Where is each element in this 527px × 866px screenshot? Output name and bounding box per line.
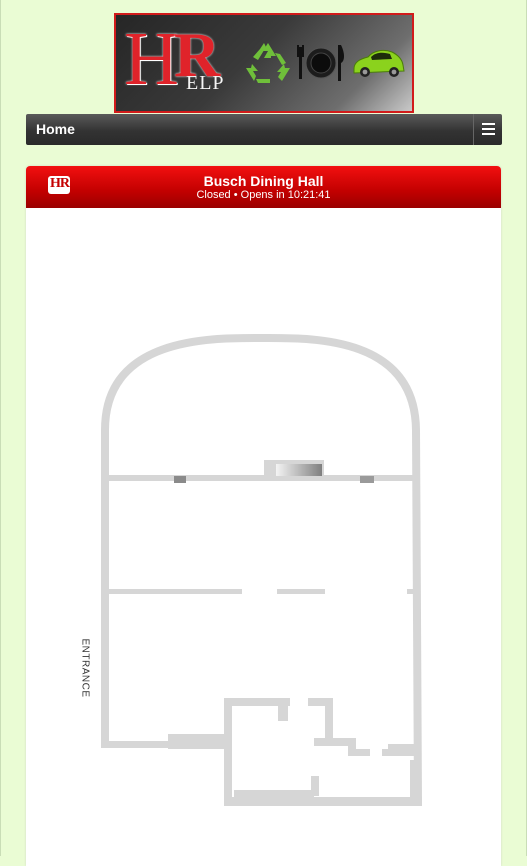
floor-plan-door [174, 476, 186, 483]
floor-plan-wall [410, 760, 418, 806]
floor-plan-wall [382, 749, 418, 756]
floor-plan-door [360, 476, 374, 483]
entrance-label: ENTRANCE [79, 638, 91, 698]
floor-plan-wall [278, 698, 288, 721]
floor-plan-outer-wall [101, 333, 422, 803]
floor-plan-door [276, 464, 322, 476]
floor-plan-wall [101, 741, 171, 748]
floor-plan-map[interactable] [0, 0, 527, 856]
floor-plan-wall [168, 734, 228, 749]
floor-plan-wall [105, 589, 242, 594]
floor-plan-wall [325, 698, 333, 740]
floor-plan-wall [228, 797, 422, 806]
floor-plan-wall [348, 749, 370, 756]
floor-plan-wall [388, 744, 418, 750]
floor-plan-wall [277, 589, 325, 594]
floor-plan-wall [407, 589, 416, 594]
floor-plan-wall [224, 698, 232, 806]
